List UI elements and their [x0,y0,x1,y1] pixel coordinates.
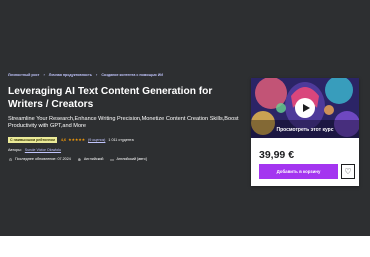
last-updated: ⊙ Последнее обновление: 07.2024 [8,157,71,162]
chevron-right-icon: › [43,72,45,77]
captions-text: Английский [авто] [116,157,147,162]
globe-icon: ⊕ [77,156,82,162]
breadcrumb: Личностный рост › Личная продуктивность … [8,72,246,77]
captions: ▭ Английский [авто] [109,156,147,162]
rating-value: 4,6 [60,137,67,142]
course-details-row: ⊙ Последнее обновление: 07.2024 ⊕ Англий… [8,157,246,162]
course-subtitle: Streamline Your Research,Enhance Writing… [8,116,239,130]
course-info: Личностный рост › Личная продуктивность … [8,72,246,162]
star-rating-icon: ★★★★★ [68,137,85,143]
course-title: Leveraging AI Text Content Generation fo… [8,86,213,110]
last-updated-text: Последнее обновление: 07.2024 [15,157,71,162]
breadcrumb-item-personal-productivity[interactable]: Личная продуктивность [49,73,92,77]
course-hero: Личностный рост › Личная продуктивность … [0,0,370,236]
language-text: Английский [83,157,104,162]
breadcrumb-item-personal-growth[interactable]: Личностный рост [8,73,39,77]
purchase-card: Просмотреть этот курс 39,99 € Добавить в… [251,78,359,186]
breadcrumb-item-ai-content[interactable]: Создание контента с помощью ИИ [101,73,163,77]
ratings-count-link[interactable]: (9 оценок) [88,138,105,142]
language: ⊕ Английский [77,157,104,162]
captions-icon: ▭ [110,156,114,162]
course-price: 39,99 € [259,149,295,161]
update-icon: ⊙ [8,156,13,162]
course-preview[interactable]: Просмотреть этот курс [251,78,359,138]
play-button[interactable] [295,98,315,118]
purchase-actions: Добавить в корзину ♡ [259,164,355,179]
author-link[interactable]: Sunde Victor Olowlolu [25,148,61,152]
preview-label: Просмотреть этот курс [276,127,334,133]
bestseller-badge: С наивысшим рейтингом [8,136,57,143]
play-icon [302,104,310,112]
authors-row: Авторы: Sunde Victor Olowlolu [8,148,246,152]
students-count: 1 011 студента [108,137,134,142]
rating-row: С наивысшим рейтингом 4,6 ★★★★★ (9 оцено… [8,136,246,143]
add-to-cart-button[interactable]: Добавить в корзину [259,164,338,179]
wishlist-heart-icon[interactable]: ♡ [341,164,355,179]
authors-label: Авторы: [8,147,22,152]
chevron-right-icon: › [95,72,98,77]
